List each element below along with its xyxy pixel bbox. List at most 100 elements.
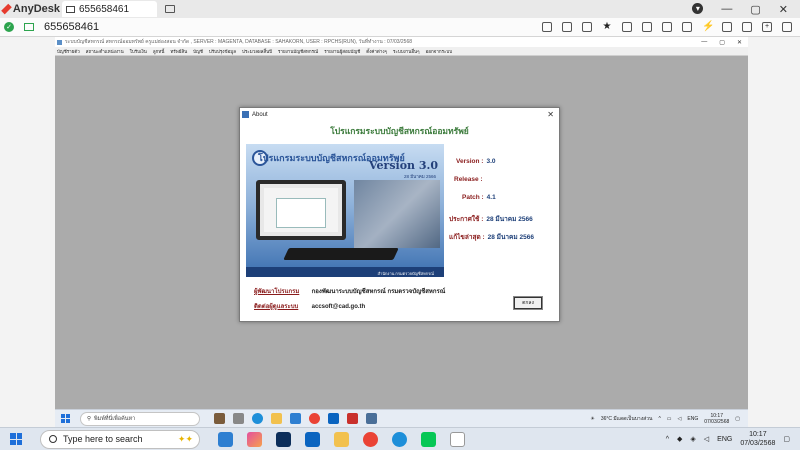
menu-item[interactable]: สถานะตำแหน่งงาน [86,48,124,55]
new-tab-icon[interactable] [165,5,175,13]
anydesk-address-bar: ✓ 655658461 ★ ⚡ + [0,18,800,37]
chrome-icon[interactable] [309,413,320,424]
chat-icon[interactable] [542,22,552,32]
task-view-icon[interactable] [233,413,244,424]
edge-icon[interactable] [392,431,407,447]
windows-start-icon[interactable] [61,414,70,423]
menu-item[interactable]: รายงานบัญชีสหกรณ์ [278,48,318,55]
tray-arrow-icon[interactable]: ^ [658,416,660,422]
maximize-icon[interactable]: ▢ [719,39,725,46]
install-value: 28 มีนาคม 2566 [486,216,533,223]
volume-icon[interactable]: ◁ [678,416,682,422]
menu-item[interactable]: ปรับปรุงข้อมูล [209,48,236,55]
anydesk-toolbar: ★ ⚡ + [542,22,800,32]
contact-email: accsoft@cad.go.th [311,304,366,310]
anydesk-logo: AnyDesk [0,3,60,15]
remote-lang[interactable]: ENG [687,416,698,422]
clipboard-icon[interactable] [642,22,652,32]
app-icon[interactable] [347,413,358,424]
database-icon[interactable] [582,22,592,32]
menu-item[interactable]: ระบบงานอื่นๆ [393,48,420,55]
splash-image: โปรแกรมระบบบัญชีสหกรณ์ออมทรัพย์ Version … [246,144,444,277]
windows-start-icon[interactable] [10,433,22,445]
host-clock[interactable]: 10:17 07/03/2568 [740,430,775,448]
ok-button[interactable]: ตกลง [513,296,543,310]
menu-item[interactable]: ใบรับเงิน [130,48,147,55]
notification-icon[interactable]: ▢ [735,416,740,422]
keyboard-icon[interactable] [722,22,732,32]
close-icon[interactable]: ✕ [547,110,559,119]
favorite-star-icon[interactable]: ★ [602,22,612,32]
hourglass-icon[interactable] [562,22,572,32]
updated-label: แก้ไขล่าสุด : [449,234,485,241]
contact-row: ติดต่อผู้ดูแลระบบ accsoft@cad.go.th [254,301,365,311]
menu-item[interactable]: ทรัพย์สิน [170,48,187,55]
host-lang[interactable]: ENG [717,436,732,443]
anydesk-tray-icon[interactable]: ◆ [677,435,682,443]
network-icon[interactable]: ◈ [690,435,695,443]
copilot-icon[interactable] [247,431,262,447]
chrome-icon[interactable] [363,431,378,447]
host-time: 10:17 [749,431,767,438]
anydesk-logo-icon [1,3,12,15]
accounting-app-icon[interactable] [366,413,377,424]
screen-icon[interactable] [662,22,672,32]
news-widget-icon[interactable] [214,413,225,424]
close-icon[interactable]: ✕ [779,3,788,16]
action-lightning-icon[interactable]: ⚡ [702,22,714,32]
menu-item[interactable]: บัญชีรายตัว [57,48,80,55]
anydesk-menu-icon[interactable]: ▾ [692,2,704,14]
edge-icon[interactable] [252,413,263,424]
remote-search-box[interactable]: ⚲ พิมพ์ที่นี่เพื่อค้นหา [80,411,200,426]
install-label: ประกาศใช้ : [449,216,484,223]
host-search-box[interactable]: Type here to search ✦✦ [40,429,200,449]
remote-app-title: ระบบบัญชีสหกรณ์ สหกรณ์ออมทรัพย์ ครูแม่ฮ่… [65,39,413,45]
patch-row: Patch :4.1 [462,194,567,201]
store-icon[interactable] [290,413,301,424]
remote-taskbar-apps [214,413,377,424]
anydesk-app-name: AnyDesk [12,3,60,15]
developer-row: ผู้พัฒนาโปรแกรม กองพัฒนาระบบบัญชีสหกรณ์ … [254,286,445,296]
close-icon[interactable]: ✕ [737,39,742,46]
add-icon[interactable]: + [762,22,772,32]
anydesk-session-tab[interactable]: 655658461 [62,1,157,17]
outlook-icon[interactable] [305,431,320,447]
search-icon [49,435,57,443]
maximize-icon[interactable]: ▢ [750,3,760,16]
minimize-icon[interactable]: — [721,3,732,16]
version-row: Version :3.0 [456,158,561,165]
menu-item[interactable]: ออกจากระบบ [426,48,453,55]
file-transfer-icon[interactable] [622,22,632,32]
remote-weather[interactable]: 36°C มีแดดเป็นบางส่วน [601,415,653,423]
line-icon[interactable] [421,431,436,447]
shield-icon[interactable] [742,22,752,32]
document-icon[interactable] [450,431,465,447]
install-row: ประกาศใช้ :28 มีนาคม 2566 [449,214,554,224]
patch-value: 4.1 [486,194,496,201]
menu-item[interactable]: ประมวลผลสิ้นปี [242,48,272,55]
file-explorer-icon[interactable] [271,413,282,424]
menu-item[interactable]: ตั้งค่าต่างๆ [366,48,387,55]
anydesk-address[interactable]: 655658461 [44,21,99,33]
photoshop-icon[interactable] [276,431,291,447]
anydesk-tabbar: AnyDesk 655658461 ▾ — ▢ ✕ [0,0,800,18]
menu-item[interactable]: ลูกหนี้ [153,48,165,55]
minimize-icon[interactable]: — [701,39,707,46]
store-icon[interactable] [218,431,233,447]
volume-icon[interactable]: ◁ [704,435,709,443]
draw-icon[interactable] [782,22,792,32]
developer-link[interactable]: ผู้พัฒนาโปรแกรม [254,286,310,296]
remote-clock[interactable]: 10:17 07/03/2568 [704,413,729,425]
notification-icon[interactable]: ▢ [783,435,790,443]
host-taskbar: Type here to search ✦✦ ^ ◆ ◈ ◁ ENG 10:17… [0,427,800,450]
contact-link[interactable]: ติดต่อผู้ดูแลระบบ [254,301,310,311]
network-icon[interactable]: ▭ [667,416,672,422]
remote-system-tray: ☀ 36°C มีแดดเป็นบางส่วน ^ ▭ ◁ ENG 10:17 … [590,413,748,425]
menu-item[interactable]: บัญชี [193,48,203,55]
tray-arrow-icon[interactable]: ^ [666,436,669,443]
file-explorer-icon[interactable] [334,431,349,447]
message-icon[interactable] [682,22,692,32]
mail-icon[interactable] [328,413,339,424]
background-photo [354,180,440,248]
menu-item[interactable]: รายงานผู้สอบบัญชี [324,48,360,55]
